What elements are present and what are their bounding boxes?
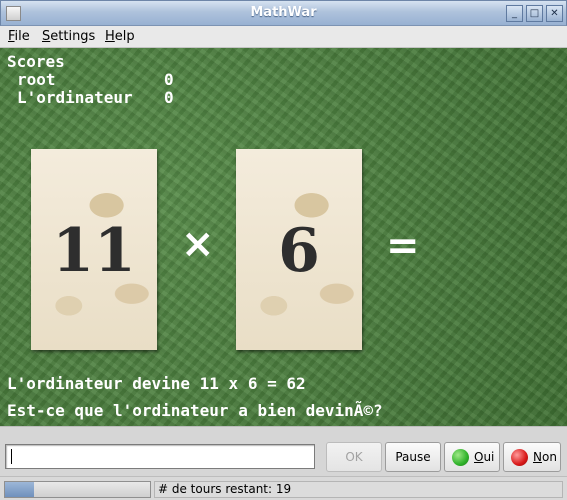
operand-1: 11 [52, 216, 136, 286]
card-operand-2: 6 [236, 149, 362, 350]
red-light-icon [511, 449, 528, 466]
yes-button[interactable]: Oui [444, 442, 500, 472]
no-button[interactable]: Non [503, 442, 561, 472]
menu-file[interactable]: File [8, 29, 30, 44]
score-name: root [17, 70, 56, 89]
green-light-icon [452, 449, 469, 466]
text-caret [11, 449, 12, 464]
no-label: Non [533, 450, 557, 464]
times-operator: × [181, 221, 215, 267]
maximize-button[interactable]: □ [526, 5, 543, 22]
title-bar[interactable]: MathWar _ □ ✕ [0, 0, 567, 26]
operand-2: 6 [278, 216, 320, 286]
score-name: L'ordinateur [17, 88, 133, 107]
computer-guess-message: L'ordinateur devine 11 x 6 = 62 [7, 374, 306, 393]
answer-input[interactable] [5, 444, 315, 469]
close-button[interactable]: ✕ [546, 5, 563, 22]
menu-help[interactable]: Help [105, 29, 135, 44]
progress-fill [5, 482, 34, 497]
game-board: Scores root 0 L'ordinateur 0 11 × 6 = L'… [0, 48, 567, 426]
minimize-button[interactable]: _ [506, 5, 523, 22]
card-operand-1: 11 [31, 149, 157, 350]
menu-settings[interactable]: Settings [42, 29, 95, 44]
progress-bar [4, 481, 151, 498]
scores-title: Scores [7, 52, 65, 71]
ok-button[interactable]: OK [326, 442, 382, 472]
window-title: MathWar [250, 5, 317, 20]
controls-panel: OK Pause Oui Non [0, 426, 567, 476]
rounds-remaining: # de tours restant: 19 [154, 481, 563, 498]
equals-sign: = [386, 223, 420, 269]
score-value: 0 [164, 70, 174, 89]
pause-button[interactable]: Pause [385, 442, 441, 472]
status-bar: # de tours restant: 19 [0, 476, 567, 500]
confirm-question: Est-ce que l'ordinateur a bien devinÃ©? [7, 401, 383, 420]
menu-bar: File Settings Help [0, 26, 567, 48]
score-value: 0 [164, 88, 174, 107]
yes-label: Oui [474, 450, 495, 464]
